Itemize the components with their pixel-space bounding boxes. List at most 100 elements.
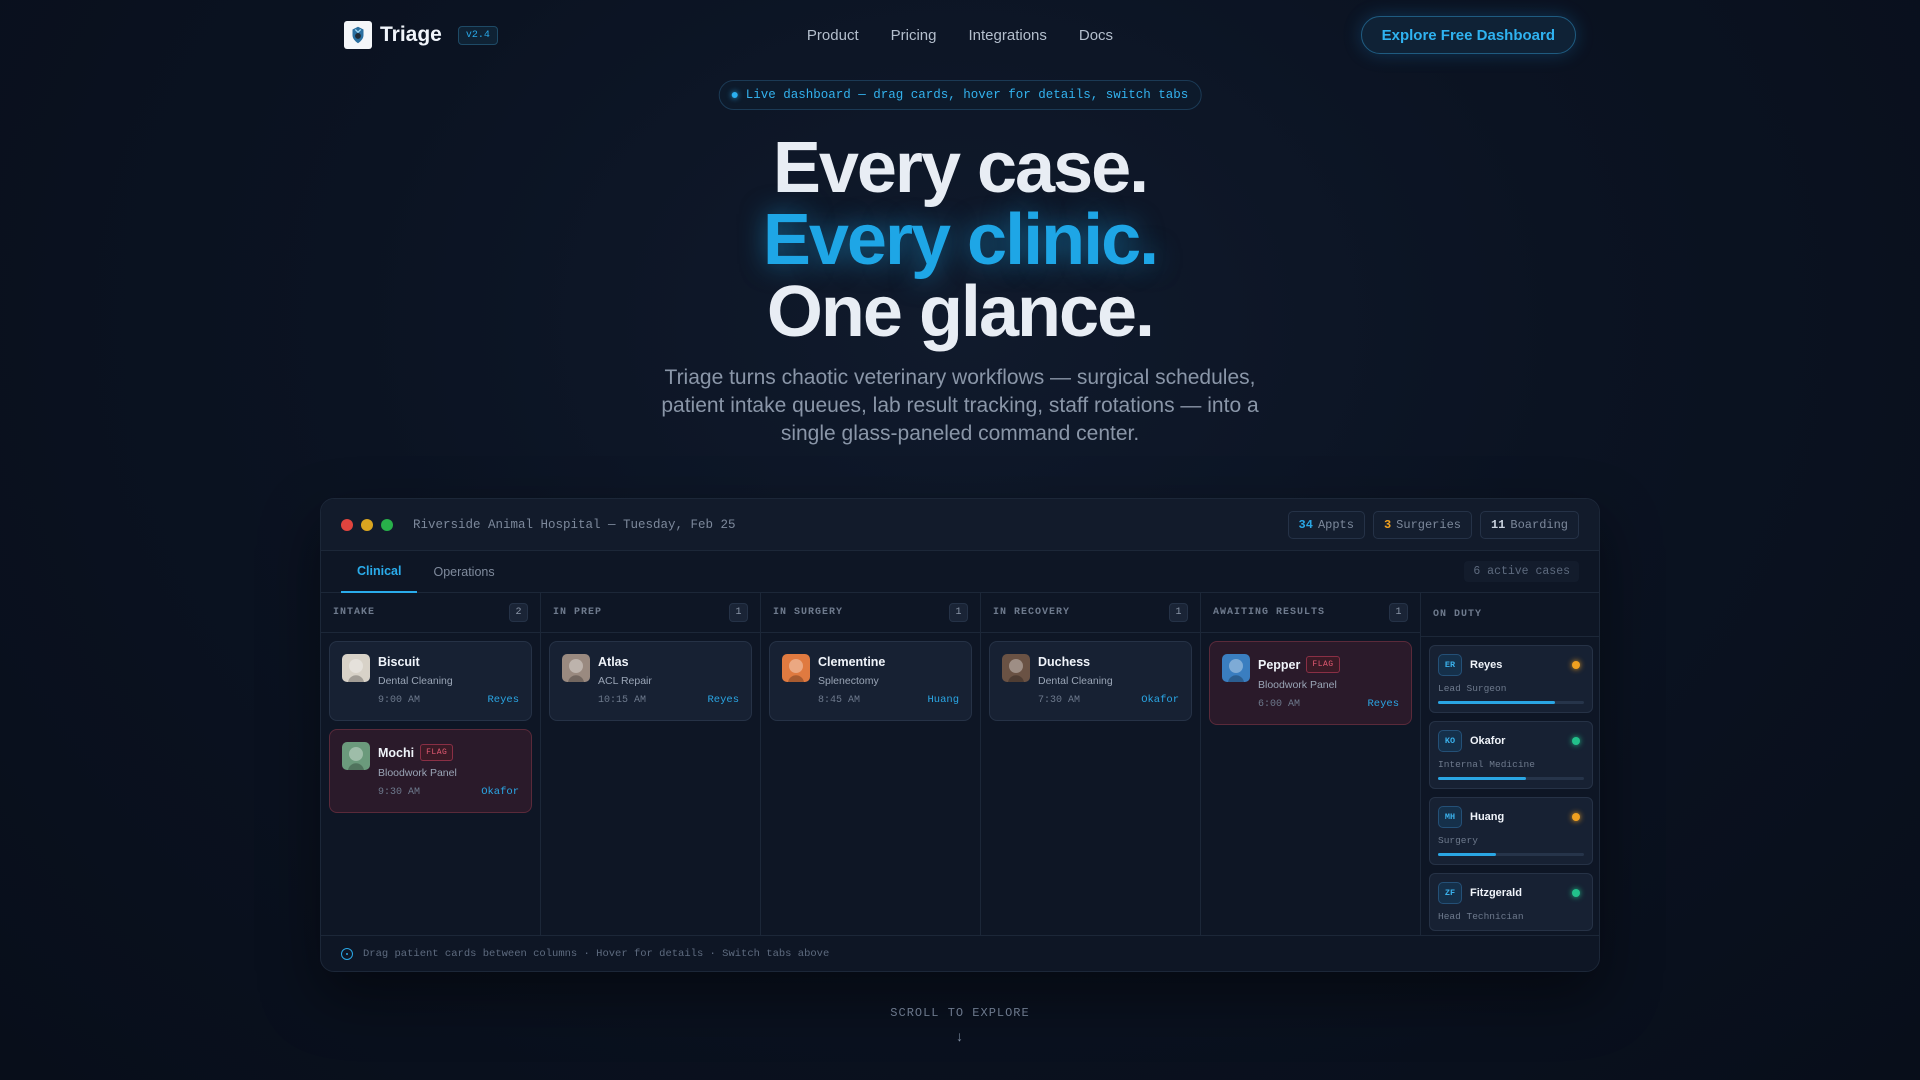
- column-header: IN SURGERY 1: [761, 593, 980, 633]
- stat-boarding: 11 Boarding: [1479, 511, 1579, 539]
- column-count: 2: [509, 603, 528, 622]
- patient-card[interactable]: Clementine Splenectomy 8:45 AM Huang: [769, 641, 972, 721]
- status-dot-icon: [1572, 737, 1580, 745]
- patient-card[interactable]: Pepper FLAG Bloodwork Panel 6:00 AM Reyes: [1209, 641, 1412, 725]
- patient-name: Atlas: [598, 655, 629, 669]
- patient-name-text: Biscuit: [378, 655, 420, 669]
- column-title: INTAKE: [333, 607, 376, 618]
- staff-card-reyes[interactable]: ER Reyes Lead Surgeon: [1429, 645, 1593, 713]
- appointment-time: 7:30 AM: [1038, 695, 1081, 706]
- patient-name: Duchess: [1038, 655, 1090, 669]
- assigned-doctor[interactable]: Huang: [927, 694, 959, 706]
- patient-card[interactable]: Mochi FLAG Bloodwork Panel 9:30 AM Okafor: [329, 729, 532, 813]
- staff-initials: KO: [1438, 730, 1462, 752]
- nav-link-product[interactable]: Product: [807, 27, 859, 44]
- nav-link-pricing[interactable]: Pricing: [891, 27, 937, 44]
- column-title: IN RECOVERY: [993, 607, 1071, 618]
- explore-dashboard-button[interactable]: Explore Free Dashboard: [1360, 16, 1576, 54]
- close-dot-icon[interactable]: [341, 518, 353, 531]
- staff-initials: ER: [1438, 654, 1462, 676]
- column-title: AWAITING RESULTS: [1213, 607, 1326, 618]
- column-intake: INTAKE 2 Biscuit Dental Cleaning 9:00 AM Reye…: [321, 593, 541, 935]
- stat-appts: 34 Appts: [1287, 511, 1365, 539]
- appointment-time: 8:45 AM: [818, 695, 861, 706]
- dashboard-window: Riverside Animal Hospital — Tuesday, Feb…: [320, 498, 1600, 972]
- assigned-doctor[interactable]: Okafor: [481, 786, 519, 798]
- nav-link-docs[interactable]: Docs: [1079, 27, 1113, 44]
- patient-name: Pepper FLAG: [1258, 656, 1340, 673]
- card-list: Duchess Dental Cleaning 7:30 AM Okafor: [981, 633, 1200, 721]
- status-dot-icon: [1572, 661, 1580, 669]
- staff-name: Fitzgerald: [1470, 887, 1522, 899]
- on-duty-panel: ON DUTY ER Reyes Lead Surgeon KO Okafor Inter…: [1421, 593, 1599, 935]
- brand[interactable]: Triage v2.4: [344, 21, 498, 49]
- stat-label: Appts: [1317, 518, 1354, 532]
- staff-card-fitzgerald[interactable]: ZF Fitzgerald Head Technician: [1429, 873, 1593, 931]
- window-titlebar: Riverside Animal Hospital — Tuesday, Feb…: [321, 499, 1599, 551]
- minimize-dot-icon[interactable]: [361, 518, 373, 531]
- appointment-time: 9:00 AM: [378, 695, 421, 706]
- maximize-dot-icon[interactable]: [381, 518, 393, 531]
- assigned-doctor[interactable]: Reyes: [1367, 698, 1399, 710]
- footer-hint: Drag patient cards between columns · Hov…: [363, 947, 830, 960]
- status-dot-icon: [1572, 813, 1580, 821]
- staff-name: Okafor: [1470, 735, 1506, 747]
- arrow-down-icon: ↓: [955, 1030, 965, 1046]
- hero-line-1: Every case.: [772, 128, 1149, 208]
- workload-bar: [1438, 701, 1584, 704]
- patient-card[interactable]: Biscuit Dental Cleaning 9:00 AM Reyes: [329, 641, 532, 721]
- tab-operations[interactable]: Operations: [417, 551, 510, 593]
- card-list: Pepper FLAG Bloodwork Panel 6:00 AM Reyes: [1201, 633, 1420, 725]
- patient-card[interactable]: Duchess Dental Cleaning 7:30 AM Okafor: [989, 641, 1192, 721]
- column-in-surgery: IN SURGERY 1 Clementine Splenectomy 8:45 AM H…: [761, 593, 981, 935]
- patient-name-text: Atlas: [598, 655, 629, 669]
- nav-link-integrations[interactable]: Integrations: [968, 27, 1046, 44]
- card-list: Clementine Splenectomy 8:45 AM Huang: [761, 633, 980, 721]
- staff-initials: ZF: [1438, 882, 1462, 904]
- appointment-time: 9:30 AM: [378, 787, 421, 798]
- staff-name: Huang: [1470, 811, 1505, 823]
- stat-value: 3: [1383, 518, 1392, 532]
- card-list: Atlas ACL Repair 10:15 AM Reyes: [541, 633, 760, 721]
- status-dot-icon: [1572, 889, 1580, 897]
- version-badge: v2.4: [457, 25, 498, 45]
- window-controls: [341, 518, 393, 531]
- flag-badge: FLAG: [420, 744, 454, 761]
- column-header: IN PREP 1: [541, 593, 760, 633]
- hero-line-3: One glance.: [766, 272, 1155, 352]
- stat-value: 34: [1298, 518, 1313, 532]
- patient-name-text: Pepper: [1258, 657, 1301, 672]
- hero-subtitle: Triage turns chaotic veterinary workflow…: [661, 366, 1259, 445]
- dashboard-footer: Drag patient cards between columns · Hov…: [321, 935, 1599, 971]
- column-awaiting-results: AWAITING RESULTS 1 Pepper FLAG Bloodwork Pan…: [1201, 593, 1421, 935]
- info-icon: [341, 947, 353, 960]
- staff-role: Surgery: [1438, 835, 1478, 846]
- patient-card[interactable]: Atlas ACL Repair 10:15 AM Reyes: [549, 641, 752, 721]
- column-count: 1: [1389, 603, 1408, 622]
- procedure: Splenectomy: [818, 675, 879, 687]
- staff-card-okafor[interactable]: KO Okafor Internal Medicine: [1429, 721, 1593, 789]
- pet-avatar: [342, 654, 370, 682]
- procedure: Dental Cleaning: [378, 675, 453, 687]
- column-header: INTAKE 2: [321, 593, 540, 633]
- column-count: 1: [949, 603, 968, 622]
- pet-avatar: [782, 654, 810, 682]
- pet-avatar: [1002, 654, 1030, 682]
- scroll-indicator[interactable]: SCROLL TO EXPLORE ↓: [890, 1006, 1029, 1046]
- staff-role: Internal Medicine: [1438, 759, 1535, 770]
- scroll-label: SCROLL TO EXPLORE: [890, 1006, 1030, 1020]
- assigned-doctor[interactable]: Okafor: [1141, 694, 1179, 706]
- staff-card-huang[interactable]: MH Huang Surgery: [1429, 797, 1593, 865]
- tab-clinical[interactable]: Clinical: [341, 551, 418, 593]
- patient-name-text: Duchess: [1038, 655, 1091, 669]
- column-in-recovery: IN RECOVERY 1 Duchess Dental Cleaning 7:30 A…: [981, 593, 1201, 935]
- staff-role: Lead Surgeon: [1438, 683, 1507, 694]
- appointment-time: 6:00 AM: [1258, 699, 1301, 710]
- column-count: 1: [1169, 603, 1188, 622]
- procedure: Bloodwork Panel: [1258, 679, 1337, 691]
- assigned-doctor[interactable]: Reyes: [707, 694, 739, 706]
- appointment-time: 10:15 AM: [598, 695, 647, 706]
- assigned-doctor[interactable]: Reyes: [487, 694, 519, 706]
- patient-name: Mochi FLAG: [378, 744, 454, 761]
- workload-fill: [1438, 853, 1497, 856]
